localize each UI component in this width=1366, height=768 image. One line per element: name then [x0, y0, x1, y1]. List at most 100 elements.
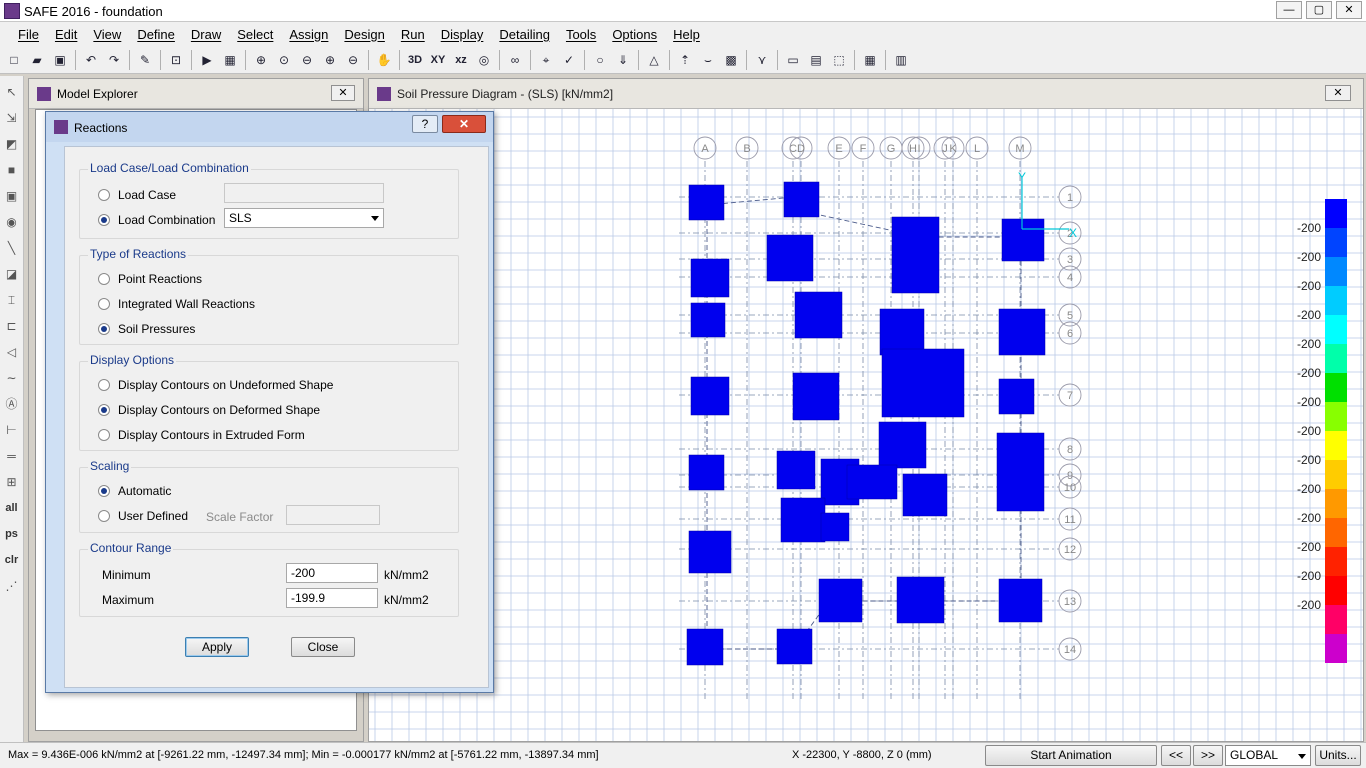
- menu-design[interactable]: Design: [336, 27, 392, 42]
- undeformed-option[interactable]: Display Contours on Undeformed Shape: [98, 378, 333, 392]
- coordinate-system-select[interactable]: GLOBAL: [1225, 745, 1311, 766]
- reshape-icon[interactable]: ⇲: [3, 108, 21, 128]
- undo-icon[interactable]: ↶: [81, 50, 101, 70]
- draw-tendon-icon[interactable]: ∼: [3, 368, 21, 388]
- checkmark-icon[interactable]: ✓: [559, 50, 579, 70]
- footing-pad[interactable]: [879, 308, 925, 356]
- draw-rebar-icon[interactable]: ═: [3, 446, 21, 466]
- footing-pad[interactable]: [998, 308, 1046, 356]
- point-reactions-option[interactable]: Point Reactions: [98, 272, 202, 286]
- footing-pad[interactable]: [690, 302, 726, 338]
- extruded-option[interactable]: Display Contours in Extruded Form: [98, 428, 305, 442]
- footing-pad[interactable]: [996, 432, 1045, 512]
- menu-help[interactable]: Help: [665, 27, 708, 42]
- soil-pressures-radio[interactable]: [98, 323, 110, 335]
- footing-pad[interactable]: [766, 234, 814, 282]
- draw-strip-icon[interactable]: ◪: [3, 264, 21, 284]
- display-slab-icon[interactable]: ▭: [783, 50, 803, 70]
- display-punching-icon[interactable]: ⬚: [829, 50, 849, 70]
- save-icon[interactable]: ▣: [50, 50, 70, 70]
- units-button[interactable]: Units...: [1315, 745, 1361, 766]
- automatic-radio[interactable]: [98, 485, 110, 497]
- zoom-previous-icon[interactable]: ⊖: [297, 50, 317, 70]
- footing-pad[interactable]: [686, 628, 724, 666]
- footing-pad[interactable]: [896, 576, 945, 624]
- start-animation-button[interactable]: Start Animation: [985, 745, 1157, 766]
- minimum-input[interactable]: -200: [286, 563, 378, 583]
- strip-forces-icon[interactable]: ⋎: [752, 50, 772, 70]
- circle-icon[interactable]: ○: [590, 50, 610, 70]
- zoom-window-icon[interactable]: ⊕: [251, 50, 271, 70]
- footing-pad[interactable]: [1001, 218, 1045, 262]
- menu-options[interactable]: Options: [604, 27, 665, 42]
- automatic-option[interactable]: Automatic: [98, 484, 171, 498]
- dimension-icon[interactable]: ⊢: [3, 420, 21, 440]
- lock-icon[interactable]: ⊡: [166, 50, 186, 70]
- chevron-down-icon[interactable]: [371, 216, 379, 221]
- footing-pad[interactable]: [891, 216, 940, 294]
- menu-tools[interactable]: Tools: [558, 27, 604, 42]
- deformed-option[interactable]: Display Contours on Deformed Shape: [98, 403, 320, 417]
- help-button[interactable]: ?: [412, 115, 438, 133]
- redo-icon[interactable]: ↷: [104, 50, 124, 70]
- footing-pad[interactable]: [878, 421, 927, 469]
- load-case-radio[interactable]: [98, 189, 110, 201]
- chevron-down-icon[interactable]: [1298, 754, 1306, 759]
- soil-pressure-close-button[interactable]: ✕: [1325, 85, 1351, 101]
- triangle-warning-icon[interactable]: △: [644, 50, 664, 70]
- footing-pad[interactable]: [690, 376, 730, 416]
- draw-wall-icon[interactable]: ⊏: [3, 316, 21, 336]
- draw-rectangle-icon[interactable]: ■: [3, 160, 21, 180]
- apply-button[interactable]: Apply: [185, 637, 249, 657]
- pointer-icon[interactable]: ↖: [3, 82, 21, 102]
- footing-pad[interactable]: [902, 473, 948, 517]
- footing-pad[interactable]: [776, 628, 813, 665]
- rotate-view-icon[interactable]: ◎: [474, 50, 494, 70]
- refresh-view-icon[interactable]: ▦: [220, 50, 240, 70]
- point-reactions-radio[interactable]: [98, 273, 110, 285]
- model-explorer-close-button[interactable]: ✕: [331, 85, 355, 101]
- footing-pad[interactable]: [688, 184, 725, 221]
- footing-pad[interactable]: [780, 497, 826, 543]
- report-table-icon[interactable]: ▥: [891, 50, 911, 70]
- close-window-button[interactable]: ✕: [1336, 1, 1362, 19]
- menu-assign[interactable]: Assign: [281, 27, 336, 42]
- new-file-icon[interactable]: □: [4, 50, 24, 70]
- footing-pad[interactable]: [783, 181, 820, 218]
- draw-column-icon[interactable]: ◉: [3, 212, 21, 232]
- extruded-radio[interactable]: [98, 429, 110, 441]
- menu-select[interactable]: Select: [229, 27, 281, 42]
- load-combination-option[interactable]: Load Combination: [98, 213, 215, 227]
- display-beam-icon[interactable]: ▤: [806, 50, 826, 70]
- maximize-button[interactable]: ▢: [1306, 1, 1332, 19]
- scale-factor-input[interactable]: [286, 505, 380, 525]
- draw-line-icon[interactable]: ╲: [3, 238, 21, 258]
- menu-view[interactable]: View: [85, 27, 129, 42]
- pan-hand-icon[interactable]: ✋: [374, 50, 394, 70]
- previous-step-button[interactable]: <<: [1161, 745, 1191, 766]
- menu-display[interactable]: Display: [433, 27, 492, 42]
- draw-support-icon[interactable]: Ⓐ: [3, 394, 21, 414]
- draw-area-icon[interactable]: ◩: [3, 134, 21, 154]
- view-3d-button[interactable]: 3D: [405, 50, 425, 70]
- footing-pad[interactable]: [998, 378, 1035, 415]
- footing-pad[interactable]: [881, 348, 965, 418]
- pencil-icon[interactable]: ✎: [135, 50, 155, 70]
- wall-reactions-radio[interactable]: [98, 298, 110, 310]
- slab-forces-icon[interactable]: ▩: [721, 50, 741, 70]
- select-all-button[interactable]: all: [3, 498, 21, 518]
- menu-file[interactable]: File: [10, 27, 47, 42]
- menu-edit[interactable]: Edit: [47, 27, 85, 42]
- footing-pad[interactable]: [846, 464, 898, 500]
- clear-selection-button[interactable]: clr: [3, 550, 21, 570]
- draw-ramp-icon[interactable]: ◁: [3, 342, 21, 362]
- deformed-shape-icon[interactable]: ⇡: [675, 50, 695, 70]
- download-arrow-icon[interactable]: ⇓: [613, 50, 633, 70]
- footing-pad[interactable]: [688, 454, 725, 491]
- user-defined-radio[interactable]: [98, 510, 110, 522]
- run-analysis-icon[interactable]: ▶: [197, 50, 217, 70]
- user-defined-option[interactable]: User Defined: [98, 509, 188, 523]
- load-combination-radio[interactable]: [98, 214, 110, 226]
- eyeglasses-icon[interactable]: ∞: [505, 50, 525, 70]
- beam-forces-icon[interactable]: ⌣: [698, 50, 718, 70]
